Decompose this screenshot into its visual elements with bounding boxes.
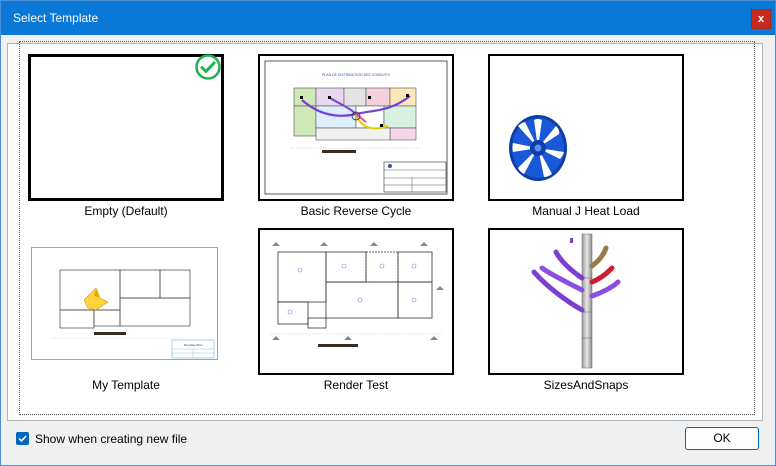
select-template-dialog: Select Template x Empty (Default) PLAN D… [0,0,776,466]
floor-plan-image: Template Plan [52,269,215,359]
template-label: My Template [92,378,160,392]
template-gallery-panel: Empty (Default) PLAN DE DISTRIBUTION DES… [19,41,755,415]
close-button[interactable]: x [751,9,771,29]
template-label: Basic Reverse Cycle [300,204,412,218]
template-label: SizesAndSnaps [543,378,629,392]
check-circle-icon [195,54,221,80]
template-thumbnail-my-template[interactable]: Template Plan [31,247,218,360]
template-label: Render Test [323,378,389,392]
dialog-footer: Show when creating new file OK [1,421,775,465]
floor-plan-image: PLAN DE DISTRIBUTION DES CONDUITS [264,60,448,195]
show-on-new-file-label[interactable]: Show when creating new file [35,432,187,446]
dialog-title: Select Template [13,11,99,25]
duct-fittings-image [531,233,621,369]
template-label: Manual J Heat Load [532,204,640,218]
checkmark-icon [18,435,27,443]
floor-plan-image [270,242,444,347]
template-thumbnail-render-test[interactable] [258,228,454,375]
template-gallery: Empty (Default) PLAN DE DISTRIBUTION DES… [7,41,763,421]
show-on-new-file-checkbox[interactable] [16,432,29,445]
svg-text:PLAN DE DISTRIBUTION DES CONDU: PLAN DE DISTRIBUTION DES CONDUITS [322,73,391,77]
template-label: Empty (Default) [84,204,168,218]
title-bar[interactable]: Select Template x [1,1,775,35]
svg-text:Template Plan: Template Plan [183,343,202,347]
ok-button[interactable]: OK [685,427,759,450]
fan-image [509,115,567,181]
template-thumbnail-sizes-and-snaps[interactable] [488,228,684,375]
template-thumbnail-basic-reverse-cycle[interactable]: PLAN DE DISTRIBUTION DES CONDUITS [258,54,454,201]
template-thumbnail-manual-j-heat-load[interactable] [488,54,684,201]
